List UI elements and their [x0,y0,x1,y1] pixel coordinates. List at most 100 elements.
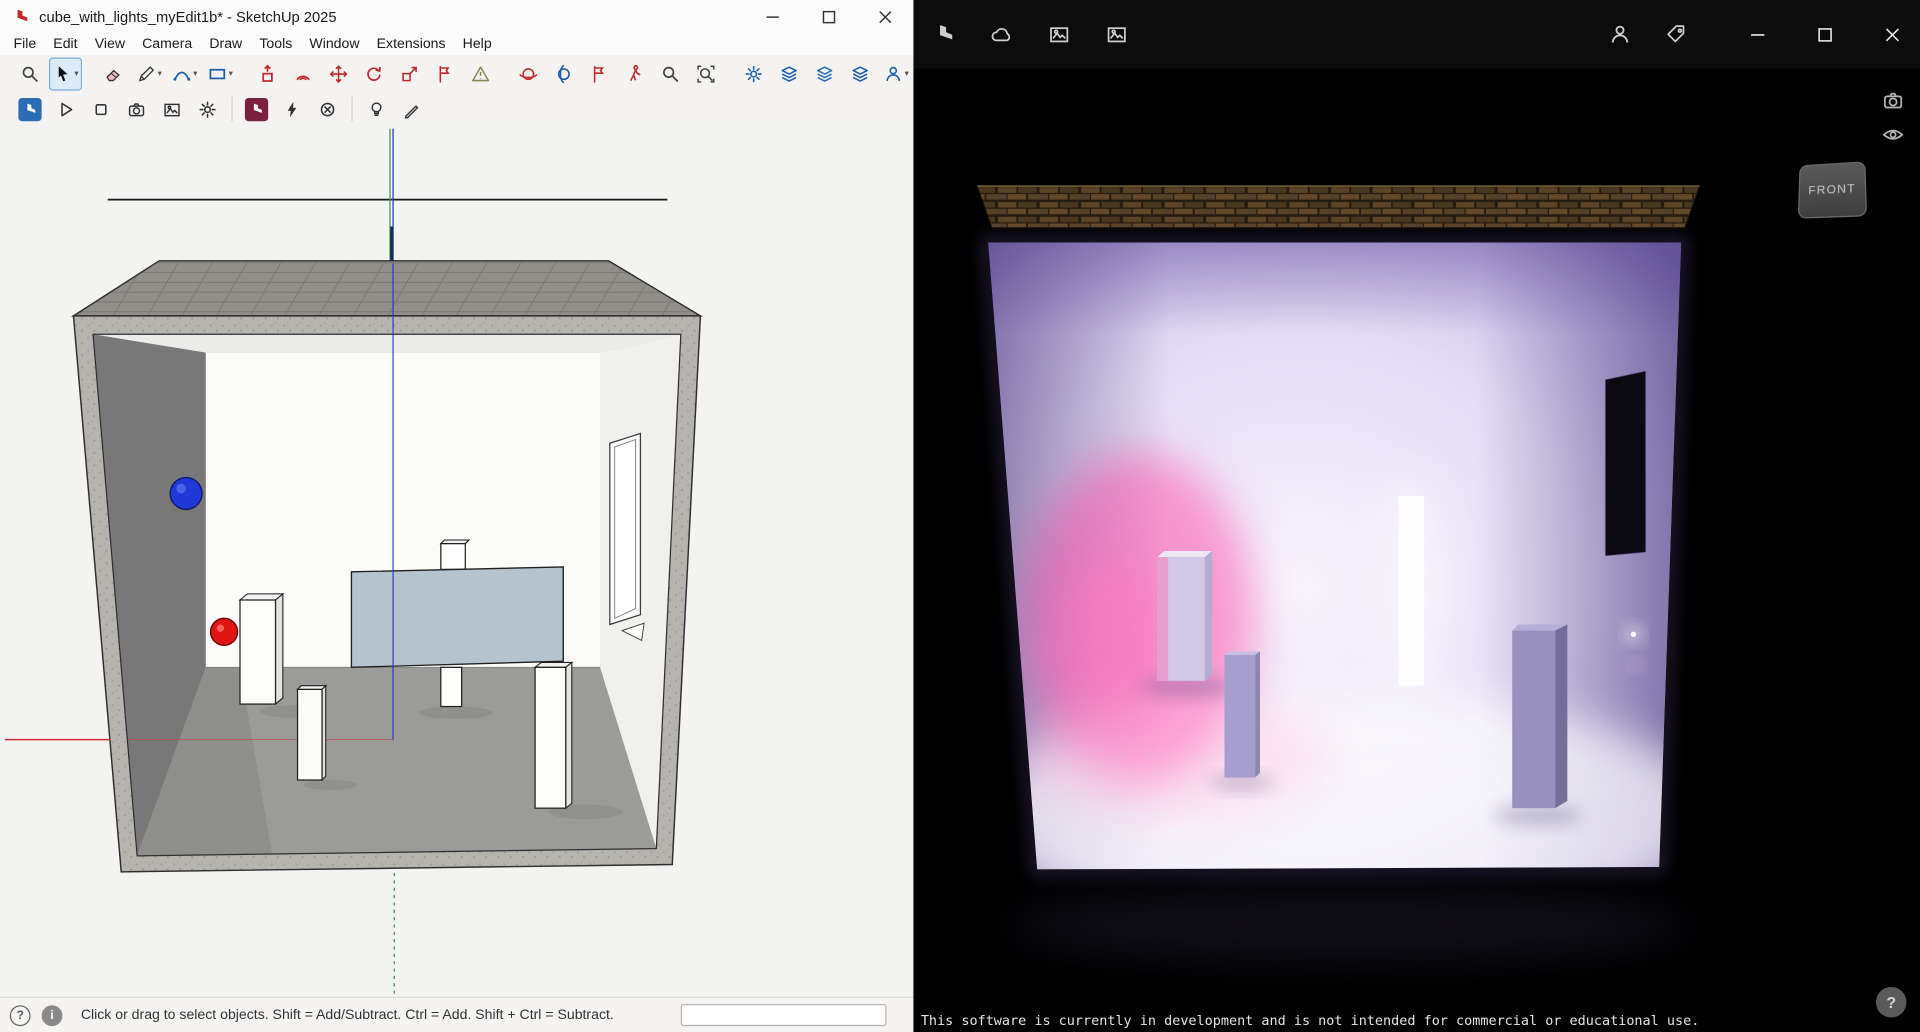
cube-interior [93,334,681,856]
move-tool[interactable] [322,57,355,90]
menu-help[interactable]: Help [454,33,500,55]
main-toolbar: ▾ ▾ ▾ ▾ ▾ [0,55,913,93]
select-tool-dropdown[interactable]: ▾ [74,69,78,79]
sandbox-tool[interactable] [844,57,877,90]
eraser-tool[interactable] [97,57,130,90]
menu-bar: FileEditViewCameraDrawToolsWindowExtensi… [0,33,913,56]
dimension-tool[interactable] [464,57,497,90]
position-camera-tool[interactable] [583,57,616,90]
search-tool[interactable] [13,57,46,90]
zoom-tool[interactable] [654,57,687,90]
minimize-button[interactable] [744,0,800,33]
arc-tool-dropdown[interactable]: ▾ [193,69,197,79]
tag-icon[interactable] [1664,22,1688,46]
shadows-tool[interactable] [808,57,841,90]
scale-tool-icon [399,63,420,84]
search-tool-icon [20,63,41,84]
dimension-tool-icon [470,63,491,84]
render-image-button[interactable] [156,92,189,125]
lights-logo-button[interactable] [240,92,273,125]
menu-window[interactable]: Window [301,33,368,55]
maximize-icon [1817,26,1833,42]
render-stop-button[interactable] [84,92,117,125]
walk-tool[interactable] [618,57,651,90]
sketchup-viewport[interactable] [0,126,913,998]
menu-extensions[interactable]: Extensions [368,33,454,55]
disable-light-button[interactable] [311,92,344,125]
image-icon [1104,22,1128,46]
view-cube[interactable]: FRONT [1798,161,1867,218]
point-light-button[interactable] [360,92,393,125]
renderer-maximize-button[interactable] [1798,0,1853,69]
menu-tools[interactable]: Tools [251,33,301,55]
shapes-tool[interactable]: ▾ [203,57,236,90]
arc-tool[interactable]: ▾ [168,57,201,90]
info-icon[interactable]: i [42,1005,63,1026]
maximize-button[interactable] [801,0,857,33]
orbit-tool[interactable] [512,57,545,90]
right-pillar-box[interactable] [535,662,572,808]
blue-light-sphere[interactable] [170,478,202,510]
visibility-button[interactable] [1881,122,1905,146]
render-viewport[interactable]: FRONT ? This software is currently in de… [913,69,1920,1032]
menu-draw[interactable]: Draw [201,33,251,55]
shadows-tool-icon [814,63,835,84]
select-tool[interactable]: ▾ [49,57,82,90]
zoom-extents-tool-icon [696,63,717,84]
capture-view-button[interactable] [1881,88,1905,112]
renderer-logo-button[interactable] [13,92,46,125]
add-location-tool[interactable]: ▾ [879,57,912,90]
menu-file[interactable]: File [5,33,45,55]
renderer-home-logo[interactable] [932,22,956,46]
export-panorama-icon[interactable] [1104,22,1128,46]
components-tool[interactable] [737,57,770,90]
shoe-icon [932,22,956,46]
emissive-light-button[interactable] [276,92,309,125]
geolocation-help-icon[interactable]: ? [10,1005,31,1026]
pushpull-tool[interactable] [251,57,284,90]
rotate-tool[interactable] [358,57,391,90]
renderer-titlebar [913,0,1920,69]
soften-edges-tool[interactable] [773,57,806,90]
offset-tool-icon [293,63,314,84]
status-bar: ? i Click or drag to select objects. Shi… [0,997,913,1032]
right-wall-window [610,433,641,624]
look-around-tool-icon [553,63,574,84]
close-icon [878,9,893,24]
render-play-button[interactable] [49,92,82,125]
export-image-icon[interactable] [1047,22,1071,46]
person-icon [1608,22,1632,46]
add-location-tool-dropdown[interactable]: ▾ [905,69,909,79]
small-box[interactable] [298,686,326,780]
rendered-room [981,242,1716,938]
section-plane-tool[interactable] [429,57,462,90]
light-edit-button[interactable] [396,92,429,125]
account-icon[interactable] [1608,22,1632,46]
window-title: cube_with_lights_myEdit1b* - SketchUp 20… [39,8,336,25]
tall-box-left[interactable] [240,594,283,704]
help-button[interactable]: ? [1876,987,1907,1018]
offset-tool[interactable] [287,57,320,90]
red-light-sphere[interactable] [211,618,238,645]
measurements-input[interactable] [681,1004,887,1026]
line-tool[interactable]: ▾ [132,57,165,90]
zoom-extents-tool[interactable] [689,57,722,90]
lights-logo-button-icon [245,97,268,120]
menu-camera[interactable]: Camera [134,33,201,55]
render-settings-button-icon [197,99,218,120]
cloud-sync-icon[interactable] [989,22,1013,46]
menu-view[interactable]: View [86,33,133,55]
shapes-tool-dropdown[interactable]: ▾ [229,69,233,79]
renderer-close-button[interactable] [1865,0,1920,69]
menu-edit[interactable]: Edit [45,33,86,55]
render-settings-button[interactable] [191,92,224,125]
cloud-icon [989,22,1013,46]
render-camera-button[interactable] [120,92,153,125]
line-tool-dropdown[interactable]: ▾ [158,69,162,79]
renderer-minimize-button[interactable] [1730,0,1785,69]
scale-tool[interactable] [393,57,426,90]
add-location-tool-icon [883,63,904,84]
look-around-tool[interactable] [547,57,580,90]
close-button[interactable] [857,0,913,33]
section-plane-tool-icon [435,63,456,84]
